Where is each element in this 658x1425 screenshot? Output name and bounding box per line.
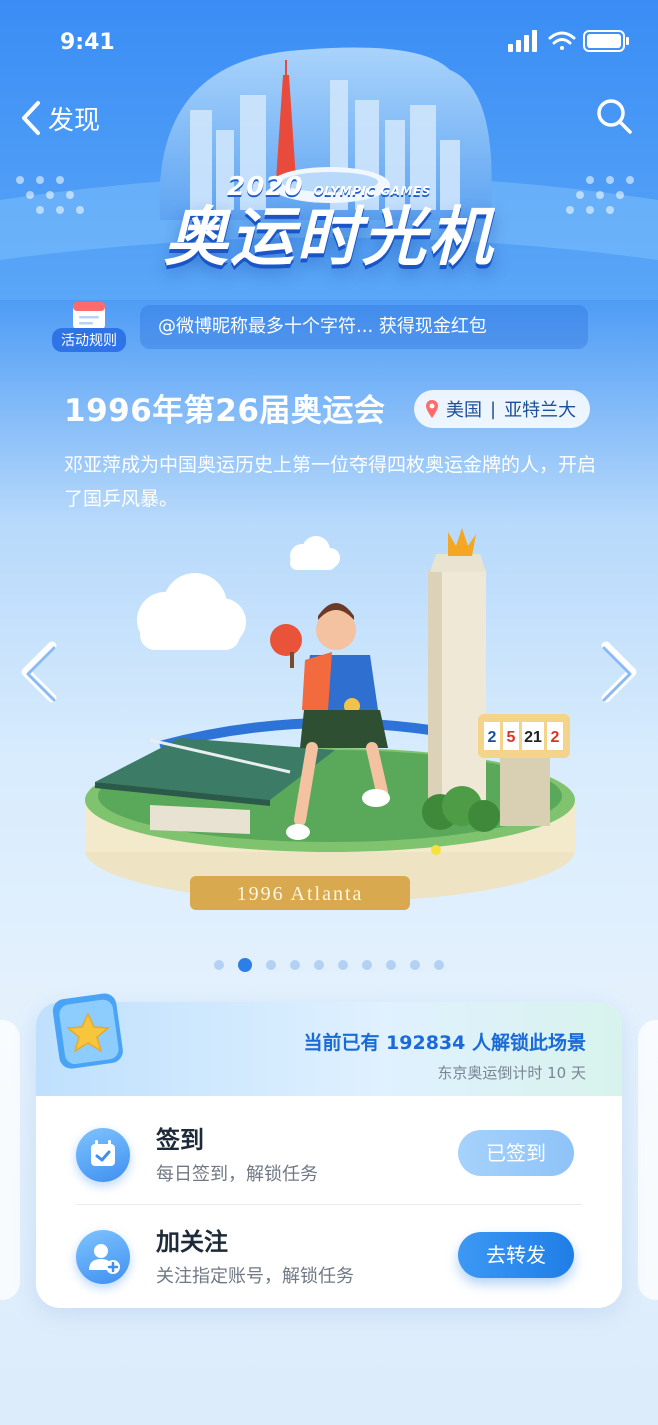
carousel-dot[interactable] bbox=[362, 960, 372, 970]
hero-games: OLYMPIC GAMES bbox=[313, 184, 431, 198]
countdown-text: 东京奥运倒计时 10 天 bbox=[437, 1064, 586, 1082]
location-country: 美国 bbox=[446, 400, 482, 421]
star-icon bbox=[52, 993, 123, 1069]
location-badge: 美国 | 亚特兰大 bbox=[414, 390, 591, 428]
wifi-icon bbox=[548, 31, 576, 50]
prev-card-edge bbox=[0, 1020, 20, 1300]
hero-year: 2020 bbox=[227, 172, 304, 202]
carousel-dot[interactable] bbox=[314, 960, 324, 970]
location-city: 亚特兰大 bbox=[504, 400, 577, 421]
task-subtitle: 关注指定账号，解锁任务 bbox=[156, 1266, 354, 1287]
task-row-follow: 加关注 关注指定账号，解锁任务 去转发 bbox=[36, 1206, 622, 1306]
scene-plaque-text: 1996 Atlanta bbox=[237, 883, 364, 905]
event-description: 邓亚萍成为中国奥运历史上第一位夺得四枚奥运金牌的人，开启了国乒风暴。 bbox=[64, 454, 597, 510]
carousel-dot[interactable] bbox=[290, 960, 300, 970]
signal-icon bbox=[508, 30, 537, 52]
calendar-check-icon bbox=[76, 1128, 130, 1182]
score-digit-4: 2 bbox=[551, 729, 560, 746]
pin-icon bbox=[426, 400, 438, 418]
score-digit-3: 21 bbox=[524, 729, 542, 746]
status-time: 9:41 bbox=[60, 30, 115, 55]
search-icon[interactable] bbox=[594, 96, 634, 136]
back-chevron-icon bbox=[22, 101, 40, 135]
back-button[interactable]: 发现 bbox=[20, 96, 120, 140]
carousel-dot[interactable] bbox=[214, 960, 224, 970]
carousel-dot[interactable] bbox=[266, 960, 276, 970]
hero-title-block: 2020 OLYMPIC GAMES 奥运时光机 bbox=[0, 172, 658, 274]
rules-button[interactable]: 活动规则 bbox=[52, 298, 126, 352]
carousel-dots bbox=[0, 958, 658, 972]
notice-marquee: @微博昵称最多十个字符... 获得现金红包 bbox=[140, 305, 588, 349]
arrow-right-icon[interactable] bbox=[598, 640, 640, 704]
carousel-dot[interactable] bbox=[386, 960, 396, 970]
task-subtitle: 每日签到，解锁任务 bbox=[156, 1164, 318, 1185]
checked-in-button[interactable]: 已签到 bbox=[458, 1130, 574, 1176]
carousel-dot[interactable] bbox=[410, 960, 420, 970]
cloud-large bbox=[137, 573, 246, 650]
score-digit-2: 5 bbox=[507, 729, 516, 746]
battery-icon bbox=[583, 30, 629, 52]
task-title: 加关注 bbox=[156, 1228, 228, 1256]
task-row-checkin: 签到 每日签到，解锁任务 已签到 bbox=[36, 1104, 622, 1204]
score-digit-1: 2 bbox=[488, 729, 497, 746]
carousel-dot[interactable] bbox=[434, 960, 444, 970]
status-icons bbox=[508, 30, 629, 52]
hero-title: 奥运时光机 bbox=[164, 201, 494, 275]
back-label: 发现 bbox=[48, 105, 101, 136]
repost-button[interactable]: 去转发 bbox=[458, 1232, 574, 1278]
carousel-dot-active[interactable] bbox=[238, 958, 252, 972]
cloud-small bbox=[290, 536, 340, 570]
next-card-edge bbox=[638, 1020, 658, 1300]
add-user-icon bbox=[76, 1230, 130, 1284]
calendar-icon bbox=[73, 302, 105, 330]
task-title: 签到 bbox=[156, 1126, 204, 1154]
rules-label: 活动规则 bbox=[52, 328, 126, 352]
arrow-left-icon[interactable] bbox=[18, 640, 60, 704]
location-separator: | bbox=[490, 398, 497, 420]
carousel-dot[interactable] bbox=[338, 960, 348, 970]
divider bbox=[76, 1204, 582, 1205]
event-title: 1996年第26届奥运会 bbox=[64, 393, 386, 429]
unlock-count-text: 当前已有 192834 人解锁此场景 bbox=[303, 1032, 586, 1054]
scene-illustration: 1996 Atlanta 2 5 21 2 bbox=[85, 528, 575, 910]
